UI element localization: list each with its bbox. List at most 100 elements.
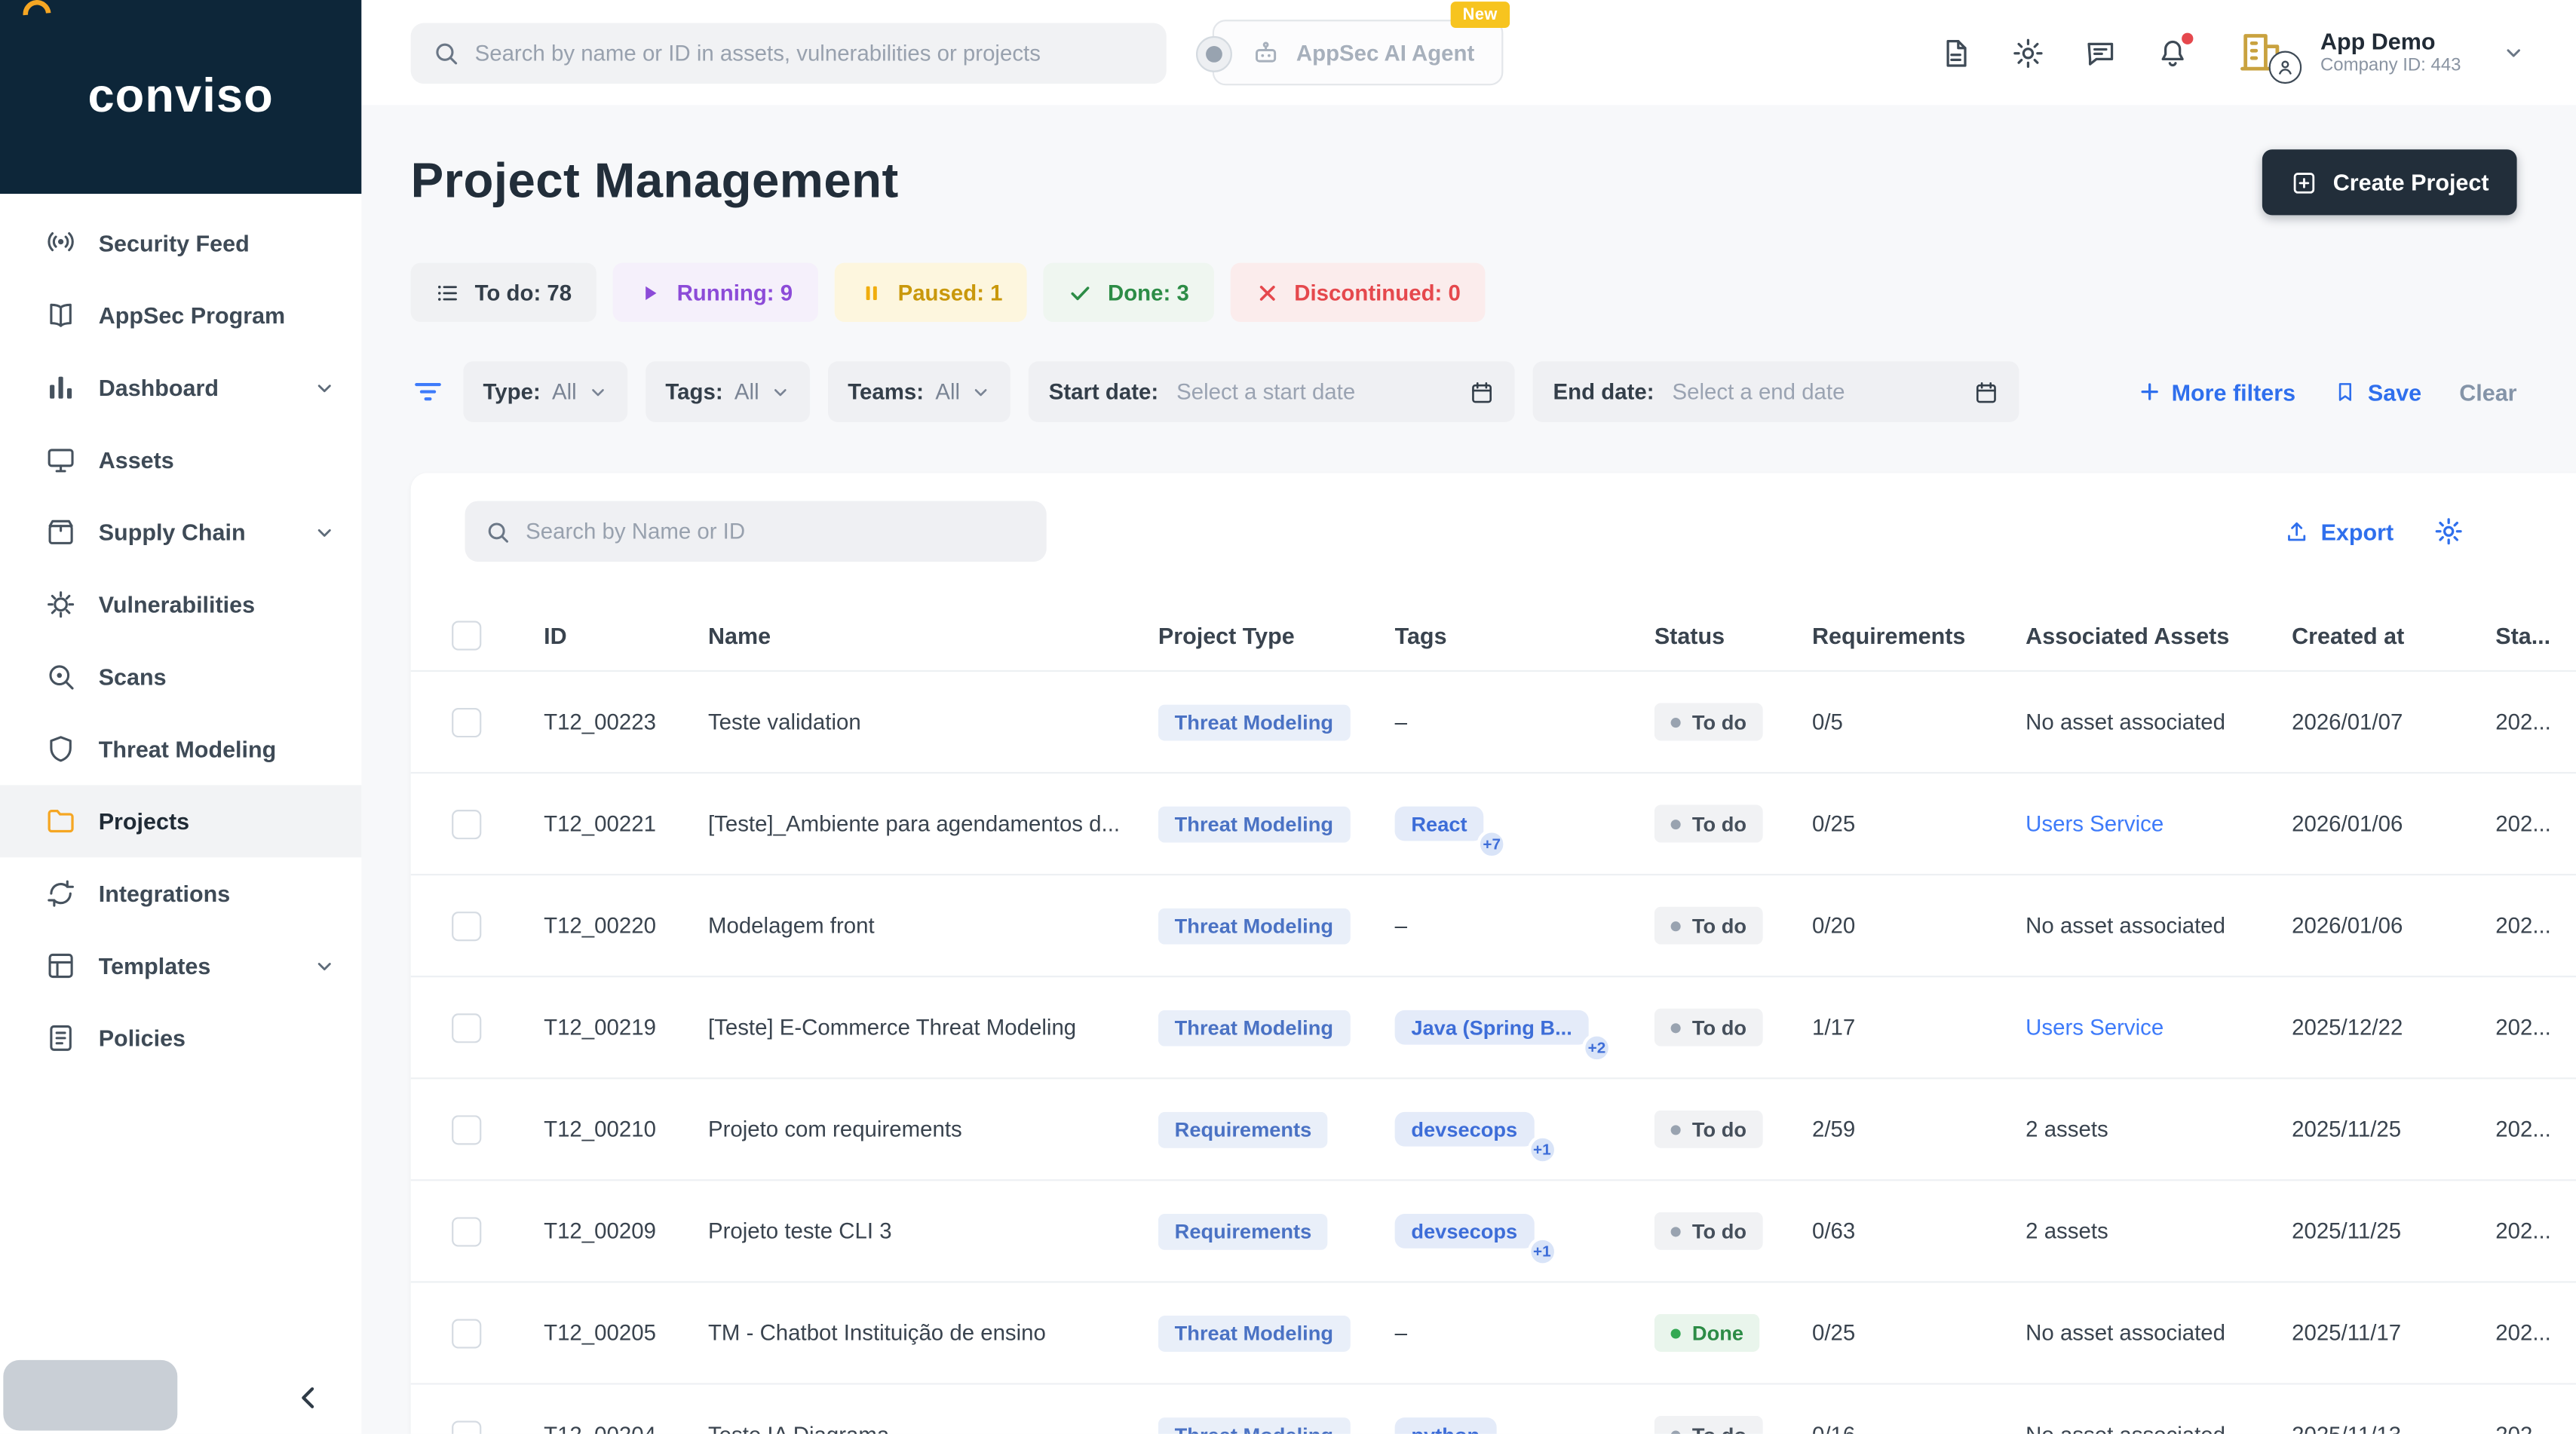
clear-filters-button[interactable]: Clear — [2459, 378, 2516, 405]
account-menu[interactable]: App Demo Company ID: 443 — [2237, 23, 2461, 84]
tag-more-badge[interactable]: +1 — [1527, 1135, 1557, 1165]
sidebar-collapse-button[interactable] — [293, 1381, 326, 1414]
sidebar-item-appsec-program[interactable]: AppSec Program — [0, 279, 361, 351]
cell-name[interactable]: TM - Chatbot Instituição de ensino — [708, 1321, 1158, 1346]
cell-id: T12_00205 — [544, 1320, 656, 1346]
app-root: conviso Security Feed AppSec Program Dashb… — [0, 0, 2576, 1434]
sidebar-item-label: Scans — [98, 663, 167, 690]
row-checkbox[interactable] — [452, 1216, 482, 1246]
more-filters-button[interactable]: More filters — [2137, 378, 2295, 405]
asset-text: No asset associated — [2026, 913, 2226, 938]
sidebar-item-security-feed[interactable]: Security Feed — [0, 207, 361, 279]
sidebar-item-supply-chain[interactable]: Supply Chain — [0, 496, 361, 568]
cell-name[interactable]: [Teste] E-Commerce Threat Modeling — [708, 1015, 1158, 1040]
settings-gear-icon[interactable] — [2011, 35, 2046, 70]
table-row: T12_00204Teste IA DiagramaThreat Modelin… — [411, 1385, 2576, 1434]
new-badge: New — [1451, 2, 1510, 29]
row-checkbox[interactable] — [452, 706, 482, 737]
cell-name[interactable]: Teste validation — [708, 709, 1158, 734]
tag-chip[interactable]: devsecops +1 — [1394, 1111, 1557, 1165]
filter-tags-dropdown[interactable]: Tags: All — [646, 361, 811, 422]
column-header-created-at: Created at — [2292, 621, 2405, 648]
cell-requirements: 0/25 — [1811, 1320, 1856, 1346]
status-filter-paused[interactable]: Paused: 1 — [833, 262, 1028, 322]
cell-start-date: 202... — [2495, 811, 2551, 836]
cell-start-date: 202... — [2495, 1423, 2576, 1434]
row-checkbox[interactable] — [452, 911, 482, 941]
row-checkbox[interactable] — [452, 808, 482, 839]
brand-logo[interactable]: conviso — [0, 0, 362, 195]
cell-name[interactable]: Teste IA Diagrama — [708, 1423, 1158, 1434]
table-row: T12_00205 TM - Chatbot Instituição de ens… — [410, 1282, 2576, 1385]
tag-more-badge[interactable]: +7 — [1477, 829, 1507, 859]
table-settings-gear-icon[interactable] — [2433, 516, 2464, 547]
save-filter-button[interactable]: Save — [2333, 378, 2421, 405]
select-all-checkbox[interactable] — [452, 620, 482, 650]
status-filter-running[interactable]: Running: 9 — [612, 262, 817, 322]
notifications-bell-icon[interactable] — [2156, 32, 2194, 70]
tag-chip[interactable]: python — [1394, 1417, 1496, 1434]
table-search-input[interactable] — [526, 519, 1027, 544]
sidebar-item-scans[interactable]: Scans — [0, 641, 361, 713]
sidebar-item-templates[interactable]: Templates — [0, 930, 361, 1002]
asset-link[interactable]: Users Service — [2026, 811, 2164, 836]
filter-start-date[interactable]: Start date: Select a start date — [1029, 361, 1516, 422]
start-date-placeholder: Select a start date — [1176, 379, 1356, 404]
cell-name[interactable]: Projeto teste CLI 3 — [708, 1218, 1158, 1243]
global-search[interactable] — [410, 22, 1167, 84]
end-date-placeholder: Select a end date — [1672, 379, 1845, 404]
sidebar-item-label: Threat Modeling — [98, 735, 277, 762]
cell-created-at: 2026/01/07 — [2292, 709, 2403, 734]
table-search[interactable] — [465, 501, 1047, 562]
sidebar-item-policies[interactable]: Policies — [0, 1002, 361, 1074]
status-filter-todo[interactable]: To do: 78 — [410, 262, 596, 322]
filter-funnel-icon[interactable] — [411, 375, 446, 409]
status-filter-done[interactable]: Done: 3 — [1044, 262, 1214, 322]
account-chevron-down-icon[interactable] — [2501, 39, 2527, 66]
row-checkbox[interactable] — [452, 1114, 482, 1144]
cell-checkbox — [411, 1420, 544, 1434]
export-button[interactable]: Export — [2283, 518, 2394, 544]
cell-name[interactable]: Modelagem front — [708, 913, 1158, 938]
filter-type-dropdown[interactable]: Type: All — [463, 361, 628, 422]
sidebar-item-vulnerabilities[interactable]: Vulnerabilities — [0, 568, 361, 641]
sidebar-item-projects[interactable]: Projects — [0, 785, 362, 858]
sidebar-item-integrations[interactable]: Integrations — [0, 857, 361, 930]
row-checkbox[interactable] — [452, 1420, 482, 1434]
status-dot — [1670, 819, 1681, 829]
global-search-input[interactable] — [474, 40, 1145, 66]
row-checkbox[interactable] — [452, 1318, 482, 1348]
cell-associated-assets[interactable]: Users Service — [2026, 1015, 2292, 1040]
create-project-button[interactable]: Create Project — [2262, 149, 2517, 216]
table-toolbar: Export — [411, 501, 2530, 562]
filter-teams-dropdown[interactable]: Teams: All — [828, 361, 1011, 422]
status-badge: To do — [1654, 1415, 1763, 1434]
row-checkbox[interactable] — [452, 1013, 482, 1043]
tag-chip[interactable]: React +7 — [1394, 806, 1507, 859]
calendar-icon — [1469, 378, 1495, 405]
tag-more-badge[interactable]: +1 — [1527, 1236, 1557, 1267]
appsec-ai-agent-widget[interactable]: AppSec AI Agent New — [1195, 2, 1510, 86]
ai-agent-label: AppSec AI Agent — [1296, 40, 1475, 66]
tag-chip[interactable]: devsecops +1 — [1394, 1213, 1557, 1267]
tag-more-badge[interactable]: +2 — [1581, 1033, 1612, 1063]
filter-end-date[interactable]: End date: Select a end date — [1533, 361, 2020, 422]
chat-icon[interactable] — [2084, 35, 2118, 70]
status-filter-discontinued[interactable]: Discontinued: 0 — [1230, 262, 1486, 322]
cell-name[interactable]: [Teste]_Ambiente para agendamentos d... — [708, 811, 1158, 836]
tag-chip[interactable]: Java (Spring B... +2 — [1394, 1010, 1612, 1063]
cell-tags: – — [1395, 1321, 1654, 1346]
cell-created-at: 2025/11/13 — [2292, 1423, 2495, 1434]
cell-status: To do — [1654, 804, 1812, 843]
sidebar-item-threat-modeling[interactable]: Threat Modeling — [0, 712, 361, 785]
cell-tags: python — [1394, 1417, 1654, 1434]
column-header-project-type: Project Type — [1158, 621, 1295, 648]
ai-agent-toggle[interactable] — [1195, 35, 1232, 72]
sidebar-item-dashboard[interactable]: Dashboard — [0, 351, 361, 424]
cell-name[interactable]: Projeto com requirements — [708, 1117, 1158, 1141]
cell-associated-assets[interactable]: Users Service — [2026, 811, 2292, 836]
documents-icon[interactable] — [1940, 35, 1974, 70]
asset-link[interactable]: Users Service — [2026, 1015, 2164, 1040]
sidebar-item-assets[interactable]: Assets — [0, 424, 361, 496]
horizontal-scrollbar-thumb[interactable] — [3, 1359, 178, 1431]
